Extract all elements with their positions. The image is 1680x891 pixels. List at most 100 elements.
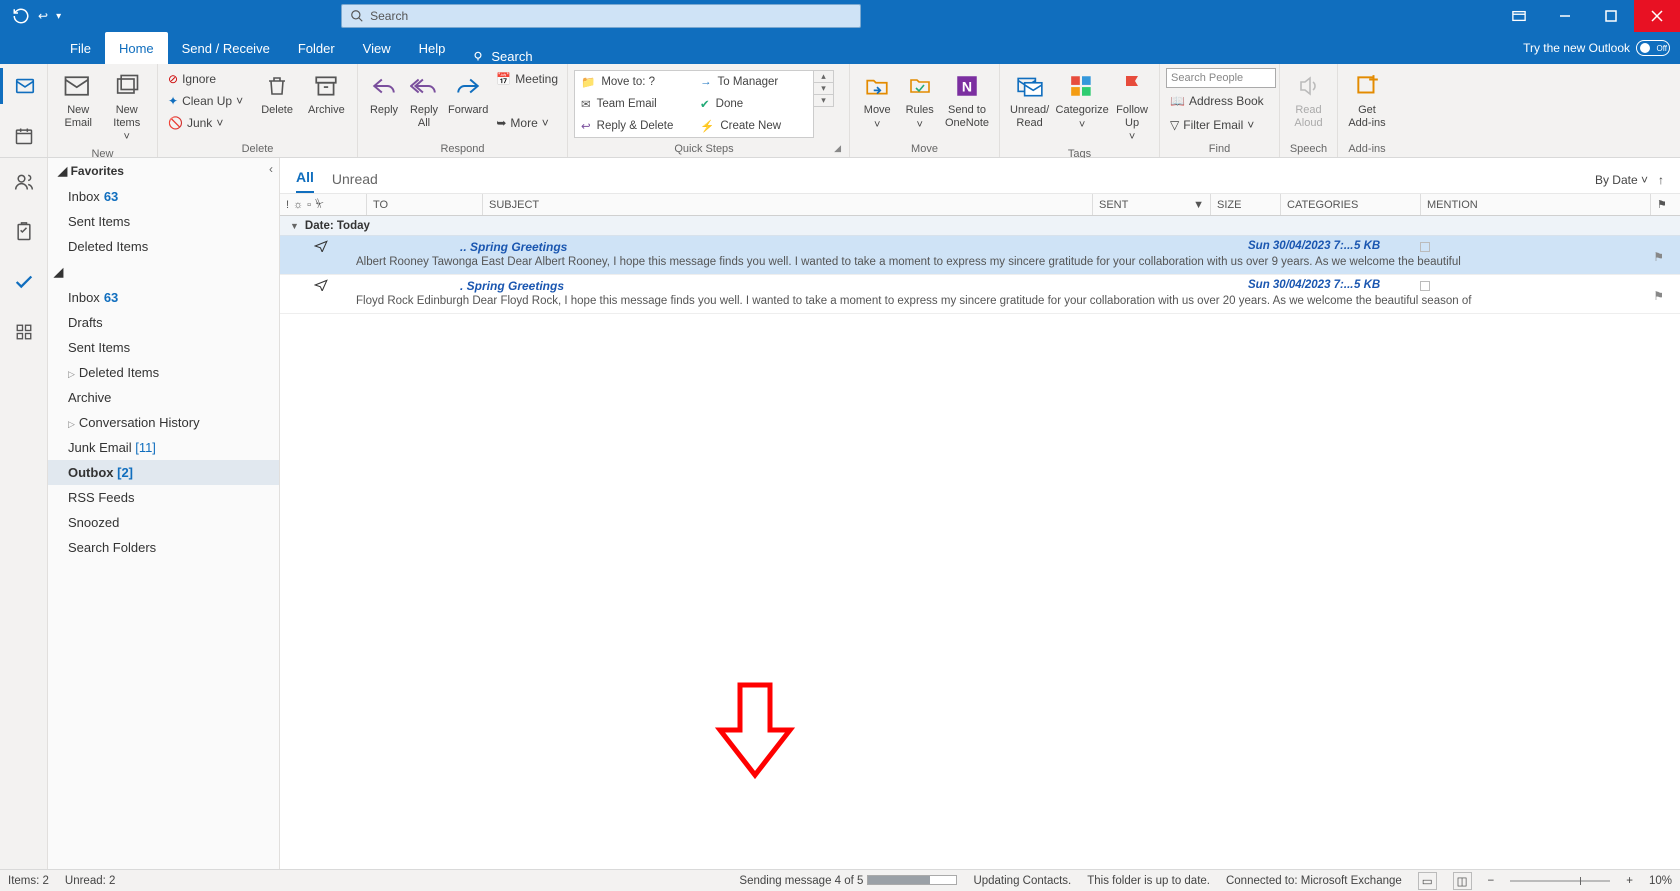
- qs-reply-delete[interactable]: ↩Reply & Delete: [575, 115, 694, 137]
- qs-down-icon[interactable]: ▾: [814, 83, 833, 95]
- zoom-in-icon[interactable]: +: [1626, 875, 1633, 887]
- quick-steps-nav[interactable]: ▴▾▾: [814, 70, 834, 107]
- col-sent[interactable]: SENT▼: [1092, 194, 1210, 215]
- tab-send-receive[interactable]: Send / Receive: [168, 32, 284, 64]
- new-items-button[interactable]: New Items ˅: [103, 68, 152, 146]
- folder-junk-count: [11]: [135, 440, 156, 455]
- search-people-input[interactable]: Search People: [1166, 68, 1276, 88]
- zoom-slider[interactable]: [1510, 880, 1610, 882]
- group-today[interactable]: ▼Date: Today: [280, 216, 1680, 236]
- folder-sent[interactable]: Sent Items: [48, 335, 279, 360]
- sort-reverse-icon[interactable]: ↑: [1658, 173, 1664, 187]
- qs-move-to[interactable]: 📁Move to: ?: [575, 71, 694, 93]
- move-button[interactable]: Move ˅: [856, 68, 898, 133]
- rail-calendar-icon[interactable]: [0, 118, 47, 154]
- msg2-category-box[interactable]: [1420, 281, 1430, 291]
- msg2-subject: . Spring Greetings: [460, 279, 564, 293]
- meeting-button[interactable]: 📅Meeting: [492, 68, 562, 90]
- undo-icon[interactable]: ↩: [38, 9, 48, 23]
- qs-done[interactable]: ✔Done: [694, 93, 813, 115]
- search-input[interactable]: Search: [341, 4, 861, 28]
- folder-conversation-history[interactable]: ▷Conversation History: [48, 410, 279, 435]
- categorize-button[interactable]: Categorize ˅: [1053, 68, 1111, 133]
- folder-rss[interactable]: RSS Feeds: [48, 485, 279, 510]
- forward-button[interactable]: Forward: [444, 68, 492, 119]
- rail-people-icon[interactable]: [0, 164, 47, 200]
- follow-up-button[interactable]: Follow Up ˅: [1111, 68, 1153, 146]
- qs-expand-icon[interactable]: ▾: [814, 95, 833, 106]
- folder-outbox[interactable]: Outbox [2]: [48, 460, 279, 485]
- tell-me-search[interactable]: Search: [459, 49, 544, 64]
- tab-view[interactable]: View: [349, 32, 405, 64]
- col-subject[interactable]: SUBJECT: [482, 194, 1092, 215]
- folder-inbox[interactable]: Inbox63: [48, 285, 279, 310]
- col-flags[interactable]: !☼▫⏧: [280, 194, 366, 215]
- refresh-icon[interactable]: [12, 7, 30, 25]
- view-normal-icon[interactable]: ▭: [1418, 872, 1437, 890]
- qs-create-new[interactable]: ⚡Create New: [694, 115, 813, 137]
- fav-deleted[interactable]: Deleted Items: [48, 234, 279, 259]
- col-to[interactable]: TO: [366, 194, 482, 215]
- status-unread: Unread: 2: [65, 875, 116, 887]
- qs-launcher-icon[interactable]: ◢: [834, 143, 841, 154]
- qs-to-manager[interactable]: →To Manager: [694, 71, 813, 93]
- msg2-flag-icon[interactable]: ⚑: [1653, 289, 1664, 303]
- fav-inbox[interactable]: Inbox63: [48, 184, 279, 209]
- rail-todo-icon[interactable]: [0, 264, 47, 300]
- ribbon-display-icon[interactable]: [1496, 0, 1542, 32]
- favorites-header[interactable]: ◢ Favorites: [48, 158, 279, 184]
- get-addins-button[interactable]: Get Add-ins: [1344, 68, 1390, 131]
- message-row-2[interactable]: . Spring Greetings Sun 30/04/2023 7:... …: [280, 275, 1680, 314]
- tab-file[interactable]: File: [56, 32, 105, 64]
- rail-more-icon[interactable]: [0, 314, 47, 350]
- col-flag[interactable]: ⚑: [1650, 194, 1680, 215]
- sort-by-date[interactable]: By Date ˅: [1595, 173, 1648, 187]
- address-book-button[interactable]: 📖Address Book: [1166, 90, 1276, 112]
- tab-home[interactable]: Home: [105, 32, 168, 64]
- folder-archive[interactable]: Archive: [48, 385, 279, 410]
- tab-help[interactable]: Help: [405, 32, 460, 64]
- folder-deleted[interactable]: ▷Deleted Items: [48, 360, 279, 385]
- filter-all[interactable]: All: [296, 169, 314, 193]
- col-categories[interactable]: CATEGORIES: [1280, 194, 1420, 215]
- maximize-button[interactable]: [1588, 0, 1634, 32]
- minimize-button[interactable]: [1542, 0, 1588, 32]
- junk-button[interactable]: 🚫Junk ˅: [164, 112, 252, 134]
- qs-team-email[interactable]: ✉Team Email: [575, 93, 694, 115]
- folder-search[interactable]: Search Folders: [48, 535, 279, 560]
- filter-unread[interactable]: Unread: [332, 171, 378, 193]
- account-header[interactable]: ◢: [48, 259, 279, 285]
- folder-drafts[interactable]: Drafts: [48, 310, 279, 335]
- zoom-out-icon[interactable]: −: [1488, 875, 1495, 887]
- new-email-button[interactable]: New Email: [54, 68, 103, 131]
- unread-read-button[interactable]: Unread/ Read: [1006, 68, 1053, 131]
- rail-tasks-icon[interactable]: [0, 214, 47, 250]
- ignore-button[interactable]: ⊘Ignore: [164, 68, 252, 90]
- fav-sent[interactable]: Sent Items: [48, 209, 279, 234]
- col-mention[interactable]: MENTION: [1420, 194, 1650, 215]
- message-row-1[interactable]: .. Spring Greetings Sun 30/04/2023 7:...…: [280, 236, 1680, 275]
- delete-button[interactable]: Delete: [252, 68, 301, 119]
- reply-button[interactable]: Reply: [364, 68, 404, 119]
- rules-button[interactable]: Rules ˅: [898, 68, 940, 133]
- view-reading-icon[interactable]: ◫: [1453, 872, 1472, 890]
- quick-steps-gallery[interactable]: 📁Move to: ? →To Manager ✉Team Email ✔Don…: [574, 70, 814, 138]
- folder-junk[interactable]: Junk Email [11]: [48, 435, 279, 460]
- more-respond-button[interactable]: ➥More ˅: [492, 112, 562, 134]
- cleanup-button[interactable]: ✦Clean Up ˅: [164, 90, 252, 112]
- collapse-folder-pane-icon[interactable]: ‹: [269, 162, 273, 176]
- try-new-outlook[interactable]: Try the new Outlook Off: [1523, 32, 1670, 64]
- filter-email-button[interactable]: ▽Filter Email ˅: [1166, 114, 1276, 136]
- tab-folder[interactable]: Folder: [284, 32, 349, 64]
- send-to-onenote-button[interactable]: NSend to OneNote: [941, 68, 993, 131]
- close-button[interactable]: [1634, 0, 1680, 32]
- reply-all-button[interactable]: Reply All: [404, 68, 444, 131]
- rail-mail-icon[interactable]: [0, 68, 47, 104]
- dropdown-icon[interactable]: ▾: [56, 11, 61, 22]
- msg1-flag-icon[interactable]: ⚑: [1653, 250, 1664, 264]
- qs-up-icon[interactable]: ▴: [814, 71, 833, 83]
- msg1-category-box[interactable]: [1420, 242, 1430, 252]
- col-size[interactable]: SIZE: [1210, 194, 1280, 215]
- folder-snoozed[interactable]: Snoozed: [48, 510, 279, 535]
- archive-button[interactable]: Archive: [302, 68, 351, 119]
